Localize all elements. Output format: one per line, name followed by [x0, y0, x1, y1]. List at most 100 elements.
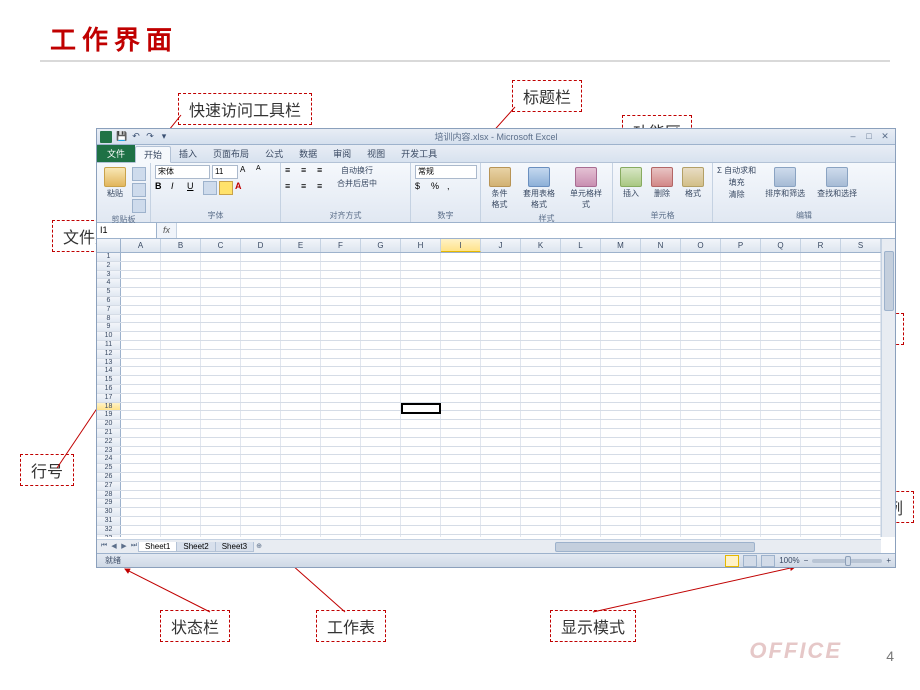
cell[interactable]	[521, 411, 561, 419]
cell[interactable]	[561, 253, 601, 261]
cell[interactable]	[801, 482, 841, 490]
cell[interactable]	[601, 253, 641, 261]
cell[interactable]	[361, 438, 401, 446]
cell[interactable]	[161, 535, 201, 538]
cell[interactable]	[521, 499, 561, 507]
cell[interactable]	[561, 271, 601, 279]
column-header-D[interactable]: D	[241, 239, 281, 252]
cell[interactable]	[161, 464, 201, 472]
cell[interactable]	[641, 279, 681, 287]
cell[interactable]	[241, 508, 281, 516]
cell[interactable]	[641, 253, 681, 261]
row-header-13[interactable]: 13	[97, 359, 121, 367]
cell[interactable]	[521, 464, 561, 472]
cell[interactable]	[761, 420, 801, 428]
cell[interactable]	[361, 350, 401, 358]
cell[interactable]	[601, 394, 641, 402]
cell[interactable]	[601, 350, 641, 358]
row-header-31[interactable]: 31	[97, 517, 121, 525]
cell[interactable]	[601, 262, 641, 270]
cell[interactable]	[841, 473, 881, 481]
close-icon[interactable]: ✕	[878, 130, 892, 142]
vertical-scrollbar-thumb[interactable]	[884, 251, 894, 311]
row-header-25[interactable]: 25	[97, 464, 121, 472]
cell[interactable]	[321, 315, 361, 323]
cell[interactable]	[321, 288, 361, 296]
cell[interactable]	[561, 473, 601, 481]
cell[interactable]	[561, 262, 601, 270]
cell[interactable]	[441, 455, 481, 463]
cell[interactable]	[201, 526, 241, 534]
cell[interactable]	[441, 411, 481, 419]
cell[interactable]	[761, 279, 801, 287]
cell[interactable]	[721, 420, 761, 428]
cell[interactable]	[201, 403, 241, 411]
autosum-button[interactable]: Σ 自动求和	[717, 165, 756, 176]
cell[interactable]	[801, 315, 841, 323]
cell[interactable]	[201, 297, 241, 305]
tab-developer[interactable]: 开发工具	[393, 145, 445, 162]
cell[interactable]	[361, 447, 401, 455]
cell[interactable]	[681, 517, 721, 525]
cell[interactable]	[201, 306, 241, 314]
cell[interactable]	[321, 526, 361, 534]
cell[interactable]	[201, 499, 241, 507]
cell[interactable]	[401, 297, 441, 305]
cell[interactable]	[481, 517, 521, 525]
cell[interactable]	[841, 447, 881, 455]
cell[interactable]	[561, 288, 601, 296]
cell[interactable]	[201, 315, 241, 323]
cell[interactable]	[121, 341, 161, 349]
cell[interactable]	[601, 306, 641, 314]
align-bottom-icon[interactable]: ≡	[317, 165, 331, 179]
cell[interactable]	[801, 332, 841, 340]
cell[interactable]	[361, 403, 401, 411]
cell[interactable]	[321, 376, 361, 384]
zoom-slider[interactable]	[812, 559, 882, 563]
cell[interactable]	[401, 394, 441, 402]
cell[interactable]	[761, 499, 801, 507]
cell[interactable]	[481, 482, 521, 490]
cell[interactable]	[361, 429, 401, 437]
cell[interactable]	[761, 473, 801, 481]
cell[interactable]	[401, 482, 441, 490]
cell[interactable]	[761, 491, 801, 499]
cell[interactable]	[681, 394, 721, 402]
cell[interactable]	[561, 535, 601, 538]
cell[interactable]	[561, 411, 601, 419]
cell[interactable]	[241, 279, 281, 287]
cell[interactable]	[161, 526, 201, 534]
cell[interactable]	[641, 438, 681, 446]
cell[interactable]	[561, 499, 601, 507]
percent-icon[interactable]: %	[431, 181, 445, 195]
cell[interactable]	[521, 332, 561, 340]
cell[interactable]	[441, 438, 481, 446]
cell[interactable]	[201, 271, 241, 279]
cell[interactable]	[241, 499, 281, 507]
column-header-C[interactable]: C	[201, 239, 241, 252]
cell[interactable]	[641, 482, 681, 490]
cell[interactable]	[801, 341, 841, 349]
tab-page-layout[interactable]: 页面布局	[205, 145, 257, 162]
comma-icon[interactable]: ,	[447, 181, 461, 195]
cell[interactable]	[121, 367, 161, 375]
save-icon[interactable]: 💾	[115, 130, 129, 144]
cell[interactable]	[161, 385, 201, 393]
cell[interactable]	[761, 447, 801, 455]
cell[interactable]	[601, 411, 641, 419]
cell[interactable]	[441, 262, 481, 270]
cell[interactable]	[321, 394, 361, 402]
cell[interactable]	[121, 297, 161, 305]
cell[interactable]	[121, 279, 161, 287]
tab-data[interactable]: 数据	[291, 145, 325, 162]
cell[interactable]	[641, 332, 681, 340]
cell[interactable]	[601, 526, 641, 534]
row-header-5[interactable]: 5	[97, 288, 121, 296]
cell[interactable]	[841, 411, 881, 419]
cell[interactable]	[681, 341, 721, 349]
cell[interactable]	[721, 385, 761, 393]
cell[interactable]	[361, 359, 401, 367]
cell[interactable]	[281, 367, 321, 375]
cell[interactable]	[361, 288, 401, 296]
cell[interactable]	[641, 491, 681, 499]
